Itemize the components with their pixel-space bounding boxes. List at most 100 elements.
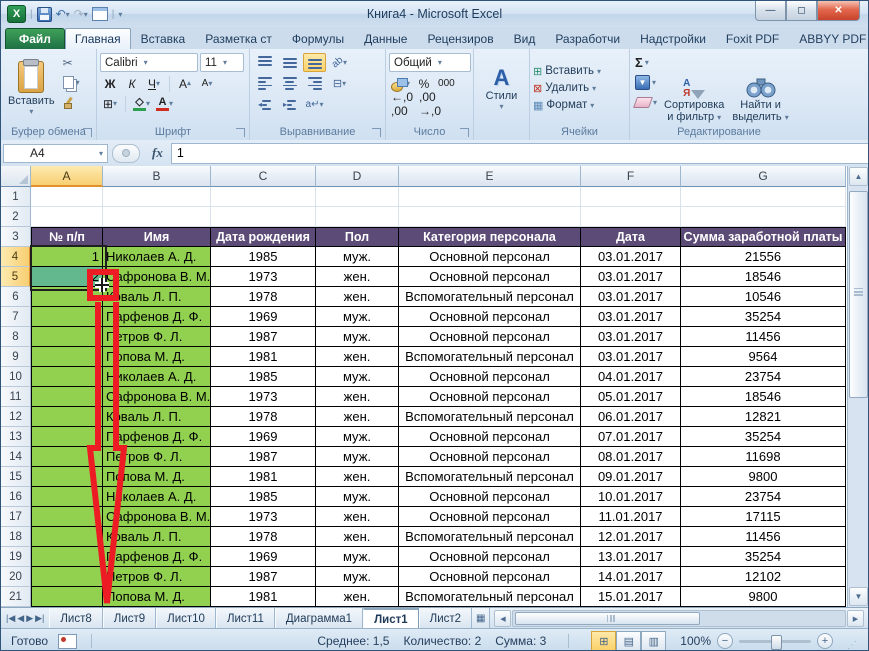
cell-A5[interactable]: 2 [31,267,103,287]
row-header-19[interactable]: 19 [1,547,31,567]
cell-A4[interactable]: 1 [31,247,103,267]
cut-button[interactable]: ✂ [61,54,82,71]
cell-D13[interactable]: муж. [316,427,399,447]
cell-A9[interactable] [31,347,103,367]
cell-C20[interactable]: 1987 [211,567,316,587]
cell-F3[interactable]: Дата [581,227,681,247]
row-header-16[interactable]: 16 [1,487,31,507]
cell-C10[interactable]: 1985 [211,367,316,387]
sheet-tab-Лист1[interactable]: Лист1 [363,608,419,629]
row-header-1[interactable]: 1 [1,187,31,207]
cell-A2[interactable] [31,207,103,227]
cell-D2[interactable] [316,207,399,227]
cell-F18[interactable]: 12.01.2017 [581,527,681,547]
zoom-out-button[interactable]: − [717,633,733,649]
cell-G21[interactable]: 9800 [681,587,846,607]
cell-G18[interactable]: 11456 [681,527,846,547]
cell-B4[interactable]: Николаев А. Д. [103,247,211,267]
cell-C11[interactable]: 1973 [211,387,316,407]
column-header-F[interactable]: F [581,166,681,187]
row-header-3[interactable]: 3 [1,227,31,247]
cell-D3[interactable]: Пол [316,227,399,247]
cell-B18[interactable]: Коваль Л. П. [103,527,211,547]
zoom-in-button[interactable]: + [817,633,833,649]
cell-B9[interactable]: Попова М. Д. [103,347,211,367]
sheet-tab-Лист2[interactable]: Лист2 [419,608,472,629]
formula-bar-collapse[interactable] [112,144,140,163]
cell-B5[interactable]: Сафронова В. М. [103,267,211,287]
cell-F15[interactable]: 09.01.2017 [581,467,681,487]
font-name-combo[interactable]: Calibri▾ [100,53,198,72]
name-box[interactable]: A4▾ [3,144,108,163]
cell-G10[interactable]: 23754 [681,367,846,387]
cell-E18[interactable]: Вспомогательный персонал [399,527,581,547]
sheet-tab-Лист10[interactable]: Лист10 [156,608,216,629]
cell-F20[interactable]: 14.01.2017 [581,567,681,587]
cell-B2[interactable] [103,207,211,227]
row-header-15[interactable]: 15 [1,467,31,487]
excel-logo-icon[interactable]: X [7,5,26,23]
align-center-button[interactable] [278,74,301,93]
cell-F2[interactable] [581,207,681,227]
autosum-button[interactable]: Σ▾ [633,54,659,71]
align-left-button[interactable] [253,74,276,93]
cell-G14[interactable]: 11698 [681,447,846,467]
cell-B1[interactable] [103,187,211,207]
cell-E1[interactable] [399,187,581,207]
cell-G11[interactable]: 18546 [681,387,846,407]
fill-color-button[interactable]: ◇▾ [131,95,152,112]
horizontal-scrollbar[interactable]: ◀ ▶ [494,610,864,627]
row-header-11[interactable]: 11 [1,387,31,407]
minimize-button[interactable]: — [755,1,786,21]
cell-D21[interactable]: жен. [316,587,399,607]
cell-E20[interactable]: Основной персонал [399,567,581,587]
borders-button[interactable]: ⊞▾ [100,95,120,112]
cell-B20[interactable]: Петров Ф. Л. [103,567,211,587]
font-size-combo[interactable]: 11▾ [200,53,244,72]
sheet-tab-Лист11[interactable]: Лист11 [216,608,275,629]
row-header-12[interactable]: 12 [1,407,31,427]
page-layout-view-button[interactable]: ▤ [616,631,641,651]
cell-C1[interactable] [211,187,316,207]
cell-F16[interactable]: 10.01.2017 [581,487,681,507]
cell-B3[interactable]: Имя [103,227,211,247]
cell-B19[interactable]: Парфенов Д. Ф. [103,547,211,567]
delete-cells-button[interactable]: ⊠Удалить▾ [533,82,601,95]
table-tool-icon[interactable] [92,7,108,21]
styles-button[interactable]: A Стили ▾ [480,64,524,113]
cell-E8[interactable]: Основной персонал [399,327,581,347]
increase-indent-button[interactable]: ▸ [278,95,301,114]
cell-D7[interactable]: муж. [316,307,399,327]
cell-D18[interactable]: жен. [316,527,399,547]
cell-B7[interactable]: Парфенов Д. Ф. [103,307,211,327]
cell-A17[interactable] [31,507,103,527]
cell-E19[interactable]: Основной персонал [399,547,581,567]
cell-F21[interactable]: 15.01.2017 [581,587,681,607]
cell-E9[interactable]: Вспомогательный персонал [399,347,581,367]
horizontal-scroll-thumb[interactable] [515,612,699,625]
cell-D14[interactable]: муж. [316,447,399,467]
cell-E16[interactable]: Основной персонал [399,487,581,507]
cell-B14[interactable]: Петров Ф. Л. [103,447,211,467]
italic-button[interactable]: К [122,75,142,92]
customize-qat-icon[interactable]: ▾ [118,10,122,19]
cell-E12[interactable]: Вспомогательный персонал [399,407,581,427]
cell-F10[interactable]: 04.01.2017 [581,367,681,387]
row-header-20[interactable]: 20 [1,567,31,587]
cell-G17[interactable]: 17115 [681,507,846,527]
cell-G9[interactable]: 9564 [681,347,846,367]
row-header-21[interactable]: 21 [1,587,31,607]
close-button[interactable]: ✕ [817,1,860,21]
cell-G4[interactable]: 21556 [681,247,846,267]
normal-view-button[interactable]: ⊞ [591,631,616,651]
zoom-slider-thumb[interactable] [771,635,782,650]
decrease-indent-button[interactable]: ◂ [253,95,276,114]
dialog-launcher-icon[interactable] [236,128,245,137]
cell-C8[interactable]: 1987 [211,327,316,347]
cell-G3[interactable]: Сумма заработной платы [681,227,846,247]
cell-C18[interactable]: 1978 [211,527,316,547]
cell-B10[interactable]: Николаев А. Д. [103,367,211,387]
format-cells-button[interactable]: ▦Формат▾ [533,99,601,112]
clear-button[interactable]: ▾ [633,94,659,111]
row-header-17[interactable]: 17 [1,507,31,527]
